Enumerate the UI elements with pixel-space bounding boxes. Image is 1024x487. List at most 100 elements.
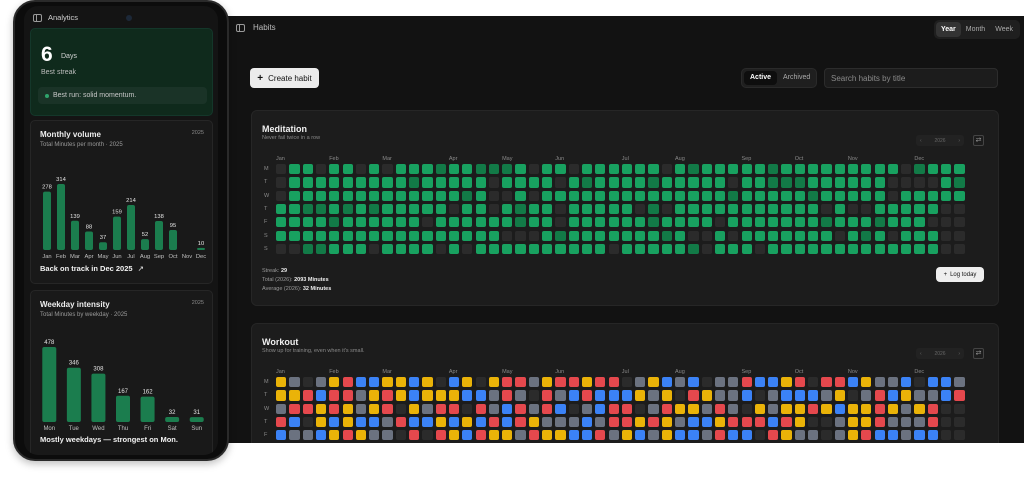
heatmap-cell[interactable] [927, 430, 938, 441]
heatmap-cell[interactable] [808, 377, 819, 388]
heatmap-cell[interactable] [568, 390, 579, 401]
heatmap-cell[interactable] [808, 403, 819, 414]
heatmap-cell[interactable] [661, 390, 672, 401]
heatmap-cell[interactable] [581, 430, 593, 441]
heatmap-cell[interactable] [382, 243, 393, 255]
heatmap-cell[interactable] [382, 164, 393, 175]
heatmap-cell[interactable] [661, 430, 672, 441]
heatmap-cell[interactable] [555, 230, 566, 241]
heatmap-cell[interactable] [276, 190, 287, 201]
heatmap-cell[interactable] [422, 430, 433, 441]
heatmap-cell[interactable] [635, 243, 646, 255]
heatmap-cell[interactable] [714, 217, 726, 228]
heatmap-cell[interactable] [382, 177, 393, 188]
heatmap-cell[interactable] [435, 203, 446, 215]
heatmap-cell[interactable] [688, 377, 699, 388]
heatmap-cell[interactable] [329, 243, 340, 255]
heatmap-cell[interactable] [754, 230, 766, 241]
heatmap-cell[interactable] [462, 416, 473, 428]
heatmap-cell[interactable] [448, 203, 460, 215]
heatmap-cell[interactable] [901, 230, 912, 241]
heatmap-cell[interactable] [808, 390, 819, 401]
heatmap-cell[interactable] [821, 203, 832, 215]
heatmap-cell[interactable] [821, 430, 832, 441]
heatmap-cell[interactable] [887, 177, 899, 188]
chevron-right-icon[interactable]: › [958, 138, 960, 144]
heatmap-cell[interactable] [289, 390, 300, 401]
heatmap-cell[interactable] [568, 416, 579, 428]
heatmap-cell[interactable] [289, 164, 300, 175]
heatmap-cell[interactable] [701, 190, 712, 201]
heatmap-cell[interactable] [581, 203, 593, 215]
heatmap-cell[interactable] [768, 403, 779, 414]
heatmap-cell[interactable] [409, 416, 420, 428]
heatmap-cell[interactable] [488, 243, 500, 255]
heatmap-cell[interactable] [887, 390, 899, 401]
heatmap-cell[interactable] [821, 243, 832, 255]
heatmap-cell[interactable] [342, 403, 353, 414]
heatmap-cell[interactable] [342, 230, 353, 241]
heatmap-cell[interactable] [542, 377, 553, 388]
heatmap-cell[interactable] [369, 243, 380, 255]
heatmap-cell[interactable] [488, 164, 500, 175]
heatmap-cell[interactable] [688, 217, 699, 228]
heatmap-cell[interactable] [901, 416, 912, 428]
heatmap-cell[interactable] [741, 164, 752, 175]
heatmap-cell[interactable] [515, 243, 526, 255]
heatmap-cell[interactable] [369, 377, 380, 388]
heatmap-cell[interactable] [821, 230, 832, 241]
heatmap-cell[interactable] [834, 243, 845, 255]
heatmap-cell[interactable] [635, 177, 646, 188]
heatmap-cell[interactable] [675, 377, 686, 388]
heatmap-cell[interactable] [555, 203, 566, 215]
heatmap-cell[interactable] [954, 390, 965, 401]
heatmap-cell[interactable] [488, 190, 500, 201]
heatmap-cell[interactable] [954, 416, 965, 428]
heatmap-cell[interactable] [581, 230, 593, 241]
heatmap-cell[interactable] [395, 416, 406, 428]
heatmap-cell[interactable] [754, 390, 766, 401]
heatmap-cell[interactable] [528, 217, 539, 228]
heatmap-cell[interactable] [595, 230, 606, 241]
heatmap-cell[interactable] [648, 164, 659, 175]
heatmap-cell[interactable] [555, 403, 566, 414]
heatmap-cell[interactable] [648, 403, 659, 414]
heatmap-cell[interactable] [728, 403, 739, 414]
heatmap-cell[interactable] [502, 430, 513, 441]
heatmap-cell[interactable] [568, 190, 579, 201]
heatmap-cell[interactable] [661, 377, 672, 388]
heatmap-cell[interactable] [515, 177, 526, 188]
heatmap-cell[interactable] [741, 430, 752, 441]
heatmap-cell[interactable] [568, 230, 579, 241]
heatmap-cell[interactable] [395, 230, 406, 241]
heatmap-cell[interactable] [369, 217, 380, 228]
heatmap-cell[interactable] [608, 164, 619, 175]
heatmap-cell[interactable] [887, 377, 899, 388]
heatmap-cell[interactable] [422, 190, 433, 201]
heatmap-cell[interactable] [542, 203, 553, 215]
heatmap-cell[interactable] [382, 190, 393, 201]
heatmap-cell[interactable] [435, 243, 446, 255]
heatmap-cell[interactable] [302, 230, 313, 241]
heatmap-cell[interactable] [369, 416, 380, 428]
heatmap-cell[interactable] [608, 430, 619, 441]
heatmap-cell[interactable] [315, 203, 327, 215]
heatmap-cell[interactable] [621, 164, 633, 175]
heatmap-cell[interactable] [409, 190, 420, 201]
heatmap-cell[interactable] [276, 230, 287, 241]
heatmap-cell[interactable] [887, 230, 899, 241]
heatmap-cell[interactable] [555, 190, 566, 201]
heatmap-cell[interactable] [595, 190, 606, 201]
heatmap-cell[interactable] [941, 217, 952, 228]
heatmap-cell[interactable] [289, 177, 300, 188]
heatmap-cell[interactable] [276, 164, 287, 175]
heatmap-cell[interactable] [834, 164, 845, 175]
heatmap-cell[interactable] [794, 164, 805, 175]
heatmap-cell[interactable] [475, 164, 486, 175]
heatmap-cell[interactable] [648, 377, 659, 388]
heatmap-cell[interactable] [409, 203, 420, 215]
heatmap-cell[interactable] [741, 230, 752, 241]
heatmap-cell[interactable] [462, 217, 473, 228]
heatmap-cell[interactable] [608, 390, 619, 401]
heatmap-cell[interactable] [302, 217, 313, 228]
